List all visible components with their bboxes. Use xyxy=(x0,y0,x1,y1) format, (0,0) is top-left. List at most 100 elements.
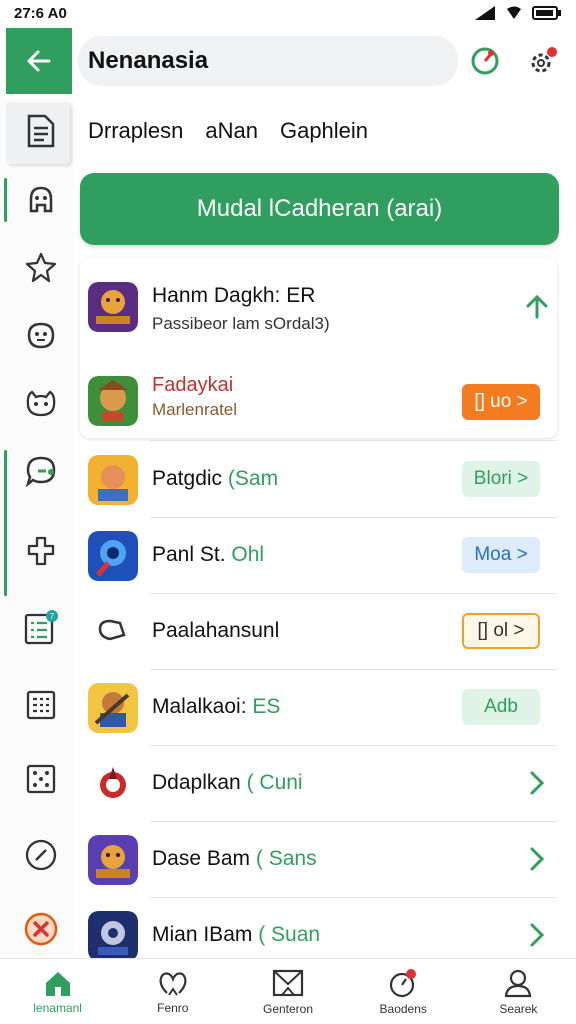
divider xyxy=(150,897,557,898)
status-bar: 27:6 A0 xyxy=(0,0,576,26)
nav-label: Genteron xyxy=(262,1001,314,1016)
nav-label: Fenro xyxy=(157,1000,189,1015)
game-app-icon xyxy=(88,683,138,733)
game-app-icon xyxy=(88,376,138,426)
target-icon xyxy=(471,47,499,75)
rail-robot[interactable] xyxy=(18,176,64,222)
list-badge-icon: 7 xyxy=(24,610,58,645)
add-button[interactable]: Adb xyxy=(462,689,540,725)
rail-list[interactable]: 7 xyxy=(18,604,64,650)
app-subtitle: Marlenratel xyxy=(152,400,238,419)
svg-text:7: 7 xyxy=(50,612,55,621)
rail-active-indicator xyxy=(4,178,7,222)
app-name: Dase Bam ( Sans xyxy=(152,847,317,870)
divider xyxy=(150,593,557,594)
tab-bar: Drraplesn aNan Gaphlein xyxy=(88,118,368,144)
bottom-navigation: lenamanl Fenro Genteron Baodens Searek xyxy=(0,958,576,1024)
status-time: 27:6 A0 xyxy=(14,4,67,22)
app-name: Panl St. Ohl xyxy=(152,543,265,566)
chat-app-icon xyxy=(88,607,138,657)
home-icon xyxy=(45,971,70,996)
alarm-icon xyxy=(390,968,417,997)
chevron-button[interactable] xyxy=(522,844,552,874)
battery-icon xyxy=(532,6,561,20)
cancel-icon xyxy=(24,912,58,946)
rail-puzzle[interactable] xyxy=(18,528,64,574)
app-name: Patgdic (Sam xyxy=(152,467,279,490)
divider xyxy=(150,669,557,670)
calculator-icon xyxy=(26,690,56,720)
game-app-icon xyxy=(88,835,138,885)
rail-face[interactable] xyxy=(18,312,64,358)
nav-alerts[interactable]: Baodens xyxy=(346,959,461,1024)
rail-cat[interactable] xyxy=(18,380,64,426)
robot-icon xyxy=(29,186,53,213)
rail-active-indicator xyxy=(4,450,7,596)
star-icon xyxy=(25,252,57,283)
nav-favorites[interactable]: Fenro xyxy=(115,959,230,1024)
rail-calculator[interactable] xyxy=(18,682,64,728)
target-button[interactable] xyxy=(466,42,504,80)
primary-action-button[interactable]: Mudal lCadheran (arai) xyxy=(80,173,559,245)
app-name: Paalahansunl xyxy=(152,619,280,642)
chevron-right-icon xyxy=(530,847,545,871)
chevron-button[interactable] xyxy=(522,920,552,950)
nav-search[interactable]: Searek xyxy=(461,959,576,1024)
hearts-icon xyxy=(159,971,187,996)
title-field[interactable]: Nenanasia xyxy=(78,36,458,86)
app-name: Ddaplkan ( Cuni xyxy=(152,771,303,794)
game-app-icon xyxy=(88,911,138,961)
rail-document[interactable] xyxy=(18,108,64,154)
chevron-button[interactable] xyxy=(522,768,552,798)
nav-label: lenamanl xyxy=(33,1000,82,1015)
tab-drraplesn[interactable]: Drraplesn xyxy=(88,118,183,144)
cat-icon xyxy=(26,390,56,417)
page-title: Nenanasia xyxy=(88,47,209,74)
app-name: Hanm Dagkh: ER xyxy=(152,284,316,307)
compass-icon xyxy=(25,839,57,871)
tab-anan[interactable]: aNan xyxy=(205,118,258,144)
chevron-right-icon xyxy=(530,923,545,947)
divider xyxy=(150,440,557,441)
app-subtitle: Passibeor lam sOrdal3) xyxy=(152,314,330,333)
signal-icon xyxy=(475,6,495,20)
game-app-icon xyxy=(88,455,138,505)
nav-home[interactable]: lenamanl xyxy=(0,959,115,1024)
app-bar: Nenanasia xyxy=(6,28,576,94)
action-button[interactable]: [] ol > xyxy=(462,613,540,649)
rail-compass[interactable] xyxy=(18,832,64,878)
app-name: Mian IBam ( Suan xyxy=(152,923,321,946)
wifi-icon xyxy=(507,6,521,19)
rail-cancel[interactable] xyxy=(18,906,64,952)
divider xyxy=(150,517,557,518)
app-name: Malalkaoi: ES xyxy=(152,695,281,718)
action-button[interactable]: Blori > xyxy=(462,461,540,497)
puzzle-icon xyxy=(27,536,55,566)
nav-label: Baodens xyxy=(379,1001,427,1016)
collapse-button[interactable] xyxy=(522,292,552,322)
settings-button[interactable] xyxy=(524,42,562,80)
action-button[interactable]: Moa > xyxy=(462,537,540,573)
back-button[interactable] xyxy=(6,28,72,94)
chevron-up-icon xyxy=(526,294,548,319)
game-app-icon xyxy=(88,531,138,581)
mail-icon xyxy=(272,969,304,996)
chat-icon xyxy=(25,456,56,488)
rail-chat[interactable] xyxy=(18,448,64,494)
rail-star[interactable] xyxy=(18,244,64,290)
divider xyxy=(150,821,557,822)
divider xyxy=(150,745,557,746)
install-button[interactable]: [] uo > xyxy=(462,384,540,420)
status-icons xyxy=(474,5,562,21)
dice-icon xyxy=(26,764,56,794)
gear-icon xyxy=(531,47,557,73)
tab-gaphlein[interactable]: Gaphlein xyxy=(280,118,368,144)
rail-dice[interactable] xyxy=(18,756,64,802)
app-icon xyxy=(88,759,138,809)
nav-label: Searek xyxy=(499,1001,538,1016)
game-app-icon xyxy=(88,282,138,332)
arrow-left-icon xyxy=(27,50,51,72)
user-icon xyxy=(505,969,532,997)
face-icon xyxy=(27,322,55,349)
nav-center[interactable]: Genteron xyxy=(230,959,345,1024)
